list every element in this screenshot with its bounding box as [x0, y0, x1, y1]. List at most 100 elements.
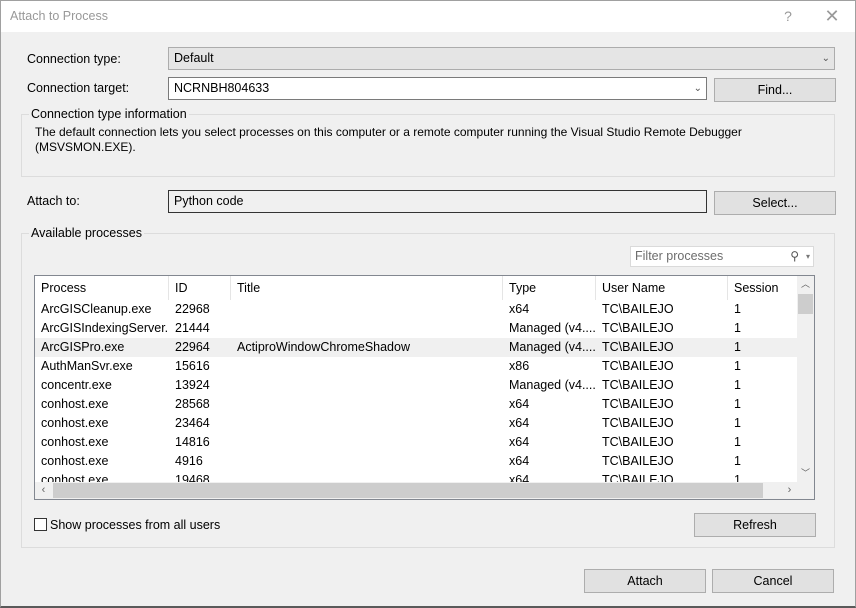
cell-user: TC\BAILEJO: [602, 321, 674, 335]
cell-title: [231, 395, 503, 414]
column-header-id[interactable]: ID: [169, 276, 231, 300]
close-button[interactable]: ✕: [820, 6, 844, 26]
cell-title: [231, 319, 503, 338]
process-row[interactable]: conhost.exe 28568 x64 TC\BAILEJO 1: [35, 395, 798, 414]
connection-type-info-title: Connection type information: [29, 107, 189, 121]
cell-user: TC\BAILEJO: [602, 302, 674, 316]
cell-session: 1: [734, 359, 741, 373]
refresh-button[interactable]: Refresh: [694, 513, 816, 537]
scroll-left-icon[interactable]: ‹: [35, 482, 52, 499]
cell-type: Managed (v4....: [509, 321, 596, 335]
cell-process: concentr.exe: [41, 378, 112, 392]
column-header-process[interactable]: Process: [35, 276, 169, 300]
cell-session: 1: [734, 321, 741, 335]
search-options-dropdown-icon[interactable]: ▾: [806, 247, 810, 266]
scrollbar-corner: [797, 482, 814, 499]
cell-id: 15616: [175, 359, 210, 373]
cell-session: 1: [734, 302, 741, 316]
filter-processes-input[interactable]: Filter processes ⚲ ▾: [630, 246, 814, 267]
cell-session: 1: [734, 435, 741, 449]
connection-target-combobox[interactable]: NCRNBH804633 ⌄: [168, 77, 707, 100]
cell-session: 1: [734, 416, 741, 430]
connection-type-dropdown[interactable]: Default ⌄: [168, 47, 835, 70]
cell-user: TC\BAILEJO: [602, 340, 674, 354]
cell-type: x64: [509, 302, 530, 316]
chevron-down-icon[interactable]: ⌄: [694, 78, 702, 99]
horizontal-scroll-thumb[interactable]: [53, 483, 763, 498]
process-row[interactable]: ArcGISIndexingServer.... 21444 Managed (v4…: [35, 319, 798, 338]
column-header-session[interactable]: Session: [728, 276, 798, 300]
cell-title: [231, 452, 503, 471]
show-all-users-label[interactable]: Show processes from all users: [50, 518, 220, 532]
scroll-right-icon[interactable]: ›: [781, 482, 798, 499]
cell-process: conhost.exe: [41, 416, 109, 430]
vertical-scrollbar[interactable]: ︿ ﹀: [797, 276, 814, 482]
cell-title: [231, 376, 503, 395]
cell-session: 1: [734, 378, 741, 392]
show-all-users-checkbox[interactable]: [34, 518, 47, 531]
cell-process: conhost.exe: [41, 454, 109, 468]
cell-id: 14816: [175, 435, 210, 449]
cell-id: 21444: [175, 321, 210, 335]
cell-user: TC\BAILEJO: [602, 416, 674, 430]
cell-process: conhost.exe: [41, 397, 109, 411]
process-row[interactable]: ArcGISCleanup.exe 22968 x64 TC\BAILEJO 1: [35, 300, 798, 319]
column-header-title[interactable]: Title: [231, 276, 503, 300]
cell-session: 1: [734, 454, 741, 468]
cell-user: TC\BAILEJO: [602, 397, 674, 411]
cell-id: 22964: [175, 340, 210, 354]
process-row[interactable]: conhost.exe 14816 x64 TC\BAILEJO 1: [35, 433, 798, 452]
connection-type-info-group: [21, 114, 835, 177]
find-button[interactable]: Find...: [714, 78, 836, 102]
attach-button[interactable]: Attach: [584, 569, 706, 593]
connection-type-label: Connection type:: [27, 52, 121, 66]
attach-to-process-dialog: Attach to Process ? ✕ Connection type: D…: [0, 0, 856, 608]
cell-type: x86: [509, 359, 530, 373]
scroll-down-icon[interactable]: ﹀: [797, 465, 814, 482]
cell-process: AuthManSvr.exe: [41, 359, 133, 373]
process-row[interactable]: AuthManSvr.exe 15616 x86 TC\BAILEJO 1: [35, 357, 798, 376]
attach-to-label: Attach to:: [27, 194, 80, 208]
title-bar: Attach to Process ? ✕: [1, 1, 855, 32]
horizontal-scrollbar[interactable]: ‹ ›: [35, 482, 798, 499]
cell-title: [231, 300, 503, 319]
cell-type: x64: [509, 416, 530, 430]
cell-user: TC\BAILEJO: [602, 454, 674, 468]
cell-id: 23464: [175, 416, 210, 430]
cell-title: [231, 414, 503, 433]
process-row[interactable]: ArcGISPro.exe 22964 ActiproWindowChromeSha…: [35, 338, 798, 357]
help-button[interactable]: ?: [776, 6, 800, 26]
cell-type: x64: [509, 397, 530, 411]
process-list[interactable]: Process ID Title Type User Name Session …: [34, 275, 815, 500]
scroll-up-icon[interactable]: ︿: [797, 276, 814, 293]
cell-title: [231, 433, 503, 452]
search-icon[interactable]: ⚲: [790, 247, 799, 266]
select-code-type-button[interactable]: Select...: [714, 191, 836, 215]
cell-type: x64: [509, 435, 530, 449]
filter-placeholder: Filter processes: [635, 249, 724, 263]
cell-type: Managed (v4....: [509, 378, 596, 392]
connection-info-text-line2: (MSVSMON.EXE).: [35, 140, 136, 154]
process-row[interactable]: conhost.exe 23464 x64 TC\BAILEJO 1: [35, 414, 798, 433]
process-row[interactable]: conhost.exe 4916 x64 TC\BAILEJO 1: [35, 452, 798, 471]
column-header-user-name[interactable]: User Name: [596, 276, 728, 300]
cell-title: ActiproWindowChromeShadow: [237, 340, 410, 354]
column-header-type[interactable]: Type: [503, 276, 596, 300]
process-row[interactable]: concentr.exe 13924 Managed (v4.... TC\BAILE…: [35, 376, 798, 395]
process-list-header: Process ID Title Type User Name Session: [35, 276, 798, 300]
cell-process: ArcGISCleanup.exe: [41, 302, 152, 316]
connection-target-label: Connection target:: [27, 81, 130, 95]
available-processes-title: Available processes: [29, 226, 144, 240]
cell-session: 1: [734, 340, 741, 354]
cell-id: 28568: [175, 397, 210, 411]
cell-id: 4916: [175, 454, 203, 468]
dialog-title: Attach to Process: [10, 9, 108, 23]
cell-type: x64: [509, 454, 530, 468]
cell-process: ArcGISIndexingServer....: [41, 321, 169, 335]
connection-info-text-line1: The default connection lets you select p…: [35, 125, 742, 139]
cell-user: TC\BAILEJO: [602, 359, 674, 373]
cell-title: [231, 357, 503, 376]
vertical-scroll-thumb[interactable]: [798, 294, 813, 314]
cell-session: 1: [734, 397, 741, 411]
cancel-button[interactable]: Cancel: [712, 569, 834, 593]
